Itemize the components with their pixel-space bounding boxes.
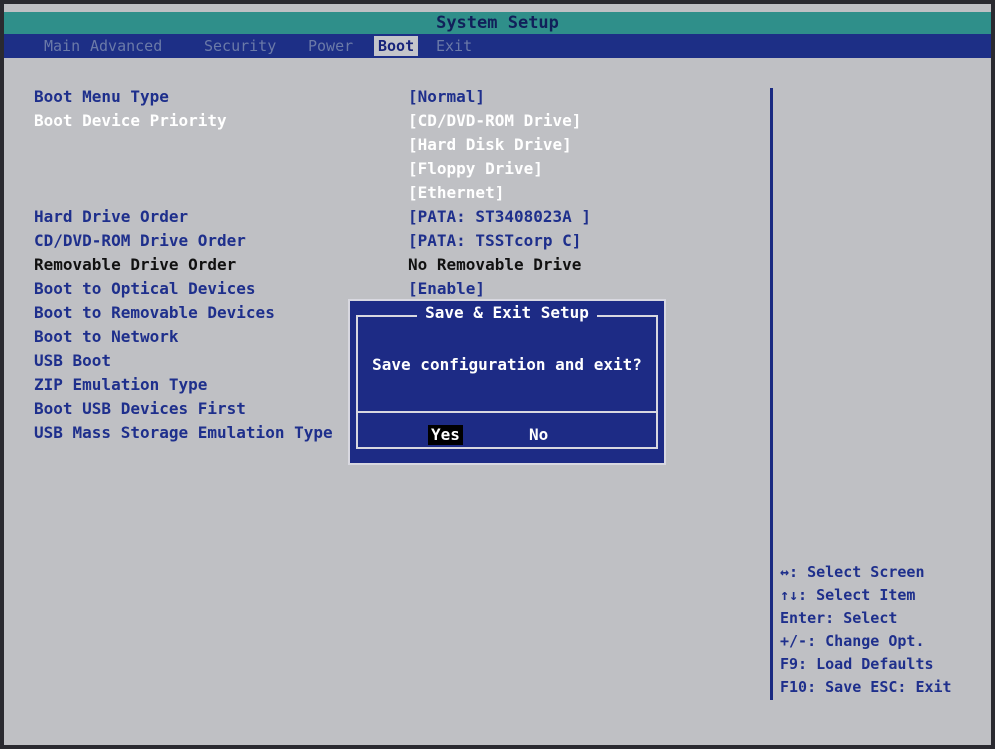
value-hard-drive-order[interactable]: [PATA: ST3408023A ] [408,207,591,227]
help-select-item: ↑↓: Select Item [780,586,916,604]
dialog-frame [356,315,658,449]
setting-hard-drive-order[interactable]: Hard Drive Order [34,207,188,227]
dialog-title-wrap: Save & Exit Setup [350,303,664,322]
setting-usb-boot[interactable]: USB Boot [34,351,111,371]
setting-cd-dvd-rom-drive-order[interactable]: CD/DVD-ROM Drive Order [34,231,246,251]
menu-bar: Main Advanced Security Power Boot Exit [4,34,991,58]
help-load-defaults: F9: Load Defaults [780,655,934,673]
no-button[interactable]: No [526,425,551,445]
tab-security[interactable]: Security [200,36,280,56]
setting-boot-menu-type[interactable]: Boot Menu Type [34,87,169,107]
dialog-message: Save configuration and exit? [372,355,642,374]
value-boot-priority-4[interactable]: [Ethernet] [408,183,504,203]
setting-boot-to-optical-devices[interactable]: Boot to Optical Devices [34,279,256,299]
value-boot-priority-3[interactable]: [Floppy Drive] [408,159,543,179]
tab-main[interactable]: Main [40,36,84,56]
setting-removable-drive-order: Removable Drive Order [34,255,237,274]
value-boot-priority-2[interactable]: [Hard Disk Drive] [408,135,572,155]
tab-exit[interactable]: Exit [432,36,476,56]
setting-boot-to-removable-devices[interactable]: Boot to Removable Devices [34,303,275,323]
value-cd-dvd-rom-drive-order[interactable]: [PATA: TSSTcorp C] [408,231,581,251]
setting-boot-to-network[interactable]: Boot to Network [34,327,179,347]
value-boot-to-optical-devices[interactable]: [Enable] [408,279,485,299]
help-select-screen: ↔: Select Screen [780,563,925,581]
setting-zip-emulation-type[interactable]: ZIP Emulation Type [34,375,207,395]
yes-button[interactable]: Yes [428,425,463,445]
window-title: System Setup [4,12,991,34]
help-enter-select: Enter: Select [780,609,898,627]
dialog-separator [356,411,658,413]
value-boot-priority-1[interactable]: [CD/DVD-ROM Drive] [408,111,581,131]
tab-boot[interactable]: Boot [374,36,419,56]
help-divider [770,88,773,700]
bios-screen: System Setup Main Advanced Security Powe… [4,4,991,745]
setting-boot-usb-devices-first[interactable]: Boot USB Devices First [34,399,246,419]
tab-power[interactable]: Power [304,36,357,56]
help-change-opt: +/-: Change Opt. [780,632,925,650]
setting-boot-device-priority[interactable]: Boot Device Priority [34,111,227,131]
tab-advanced[interactable]: Advanced [86,36,166,56]
save-exit-dialog: Save & Exit Setup Save configuration and… [348,299,666,465]
setting-usb-mass-storage-emulation-type[interactable]: USB Mass Storage Emulation Type [34,423,333,443]
value-removable-drive-order: No Removable Drive [408,255,582,274]
value-boot-menu-type[interactable]: [Normal] [408,87,485,107]
help-save-exit: F10: Save ESC: Exit [780,678,952,696]
dialog-title: Save & Exit Setup [417,303,597,322]
